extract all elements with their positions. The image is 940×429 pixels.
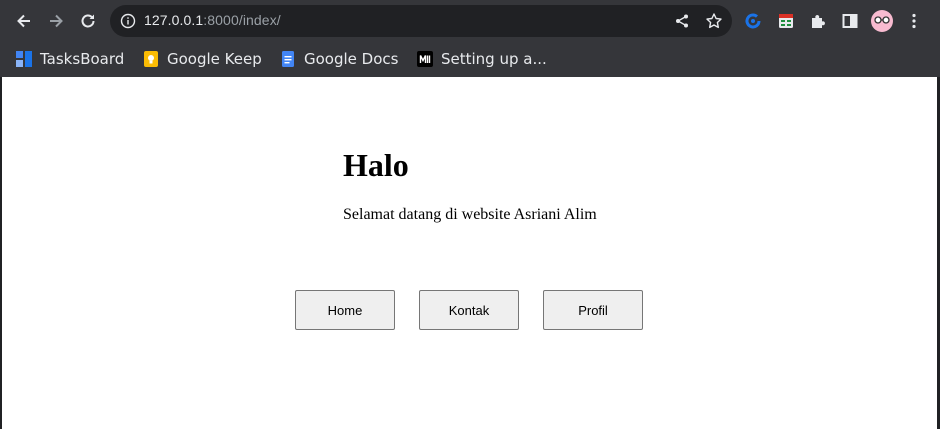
page-title: Halo — [343, 147, 409, 183]
reload-button[interactable] — [76, 9, 100, 33]
bookmark-tasksboard[interactable]: TasksBoard — [16, 48, 124, 70]
info-icon[interactable] — [120, 13, 136, 29]
bookmark-label: Google Docs — [304, 50, 399, 68]
profil-button[interactable]: Profil — [543, 290, 643, 330]
arrow-left-icon — [17, 14, 30, 28]
side-panel-icon[interactable] — [838, 9, 862, 33]
home-button[interactable]: Home — [295, 290, 395, 330]
bookmarks-bar: TasksBoard Google Keep Google Docs Setti… — [0, 42, 940, 77]
avatar[interactable] — [869, 8, 895, 34]
url-text: 127.0.0.1:8000/index/ — [144, 12, 281, 28]
google-docs-icon — [282, 51, 294, 67]
bookmark-google-docs[interactable]: Google Docs — [280, 48, 398, 70]
bookmark-setting-up[interactable]: Setting up a... — [417, 48, 547, 70]
extension-blue-icon[interactable] — [741, 9, 765, 33]
bookmark-label: Setting up a... — [441, 50, 547, 68]
url-host: 127.0.0.1 — [144, 12, 204, 28]
address-bar[interactable]: 127.0.0.1:8000/index/ — [110, 5, 732, 37]
forward-button[interactable] — [44, 9, 68, 33]
puzzle-icon[interactable] — [806, 9, 830, 33]
back-button[interactable] — [12, 9, 36, 33]
browser-toolbar: 127.0.0.1:8000/index/ — [0, 0, 940, 42]
google-keep-icon — [144, 51, 158, 67]
page-viewport: Halo Selamat datang di website Asriani A… — [2, 77, 937, 429]
reload-icon — [81, 14, 95, 28]
bookmark-google-keep[interactable]: Google Keep — [143, 48, 262, 70]
bookmark-label: TasksBoard — [40, 50, 125, 68]
tasksboard-icon — [16, 51, 32, 67]
browser-chrome: 127.0.0.1:8000/index/ TasksBoard Google … — [0, 0, 940, 77]
kebab-menu-icon[interactable] — [902, 9, 926, 33]
medium-icon — [417, 51, 433, 67]
kontak-button[interactable]: Kontak — [419, 290, 519, 330]
bookmark-label: Google Keep — [167, 50, 262, 68]
arrow-right-icon — [50, 14, 63, 28]
welcome-text: Selamat datang di website Asriani Alim — [343, 206, 597, 223]
extension-table-icon[interactable] — [774, 9, 798, 33]
url-path: :8000/index/ — [203, 12, 281, 28]
share-icon[interactable] — [674, 13, 690, 29]
star-icon[interactable] — [705, 12, 723, 30]
